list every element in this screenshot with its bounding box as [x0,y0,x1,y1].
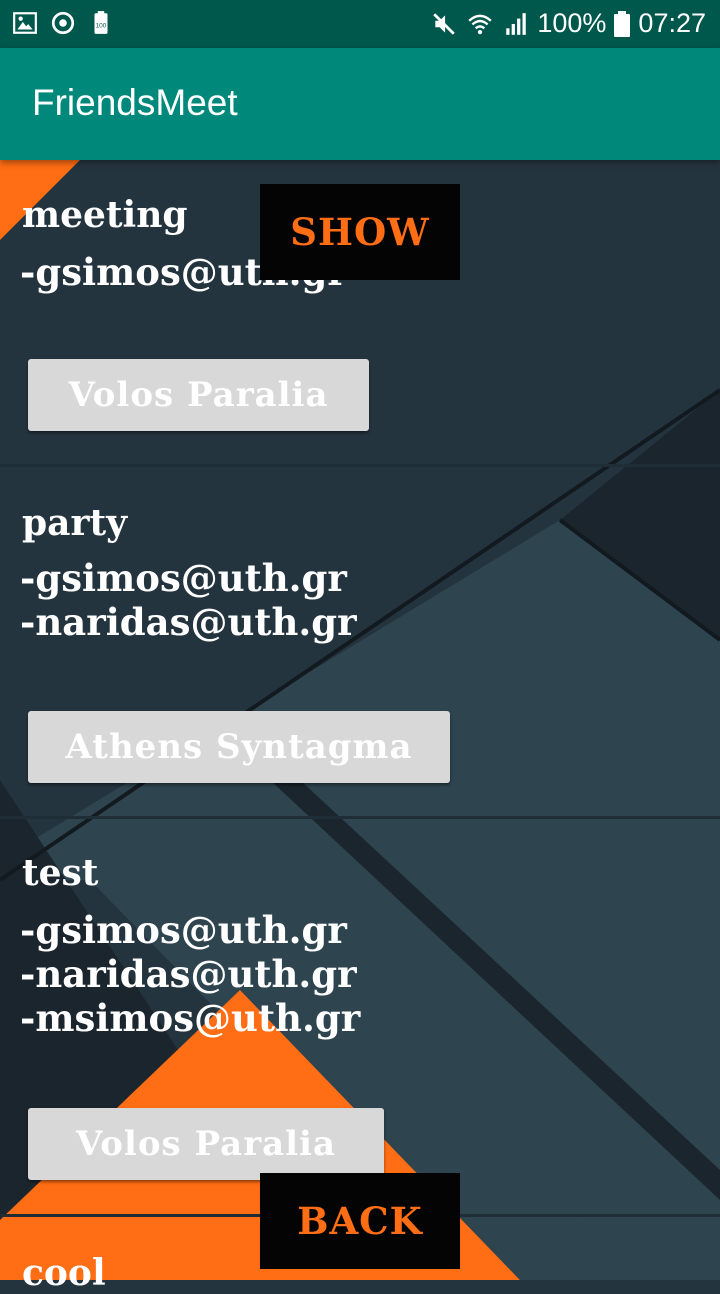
sync-icon [51,11,75,35]
location-button[interactable]: Athens Syntagma [28,711,450,783]
meeting-title: party [22,502,128,544]
meetings-list: meeting -gsimos@uth.gr Volos Paralia par… [0,160,720,1294]
image-icon [13,12,37,34]
participant-email: -gsimos@uth.gr [20,908,347,952]
mute-icon [433,12,456,35]
list-item: test -gsimos@uth.gr -naridas@uth.gr -msi… [0,818,720,1216]
participant-email: -gsimos@uth.gr [20,556,347,600]
battery-percent: 100% [537,8,607,38]
status-bar: 100 100% 07:27 [0,0,720,48]
battery-icon [614,10,631,37]
list-item: party -gsimos@uth.gr -naridas@uth.gr Ath… [0,466,720,818]
app-title: FriendsMeet [32,82,238,123]
participant-email: -msimos@uth.gr [20,996,361,1040]
location-button[interactable]: Volos Paralia [28,359,369,431]
svg-text:100: 100 [96,22,107,29]
location-button[interactable]: Volos Paralia [28,1108,384,1180]
back-button[interactable]: BACK [260,1173,460,1269]
wifi-icon [468,14,492,34]
meeting-title: cool [22,1252,106,1294]
clock: 07:27 [638,8,706,38]
signal-icon [506,12,527,35]
battery-saver-icon: 100 [94,11,108,34]
app-bar: FriendsMeet [0,48,720,160]
meeting-title: meeting [22,194,188,236]
participant-email: -naridas@uth.gr [20,952,357,996]
show-button[interactable]: SHOW [260,184,460,280]
participant-email: -naridas@uth.gr [20,600,357,644]
meeting-title: test [22,852,99,894]
